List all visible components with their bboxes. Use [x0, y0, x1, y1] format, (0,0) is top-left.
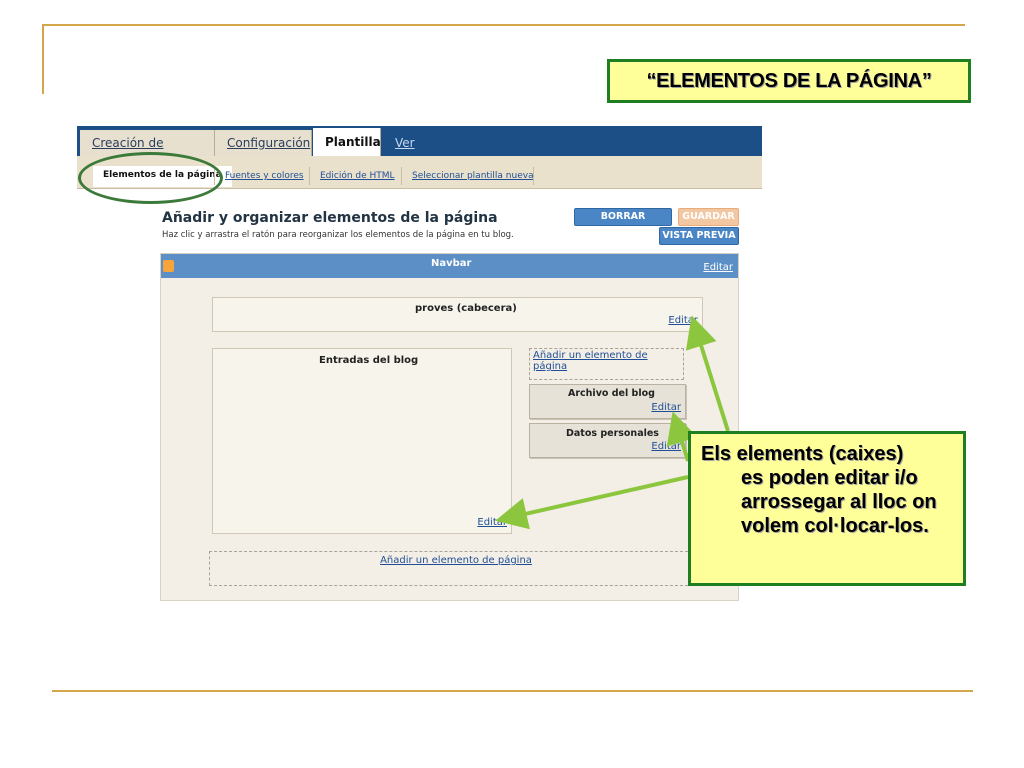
callout-note: Els elements (caixes) es poden editar i/… — [688, 431, 966, 586]
arrow-to-header-edit — [685, 315, 730, 432]
arrow-to-archive-edit — [666, 411, 698, 462]
callout-note-body: es poden editar i/o arrossegar al lloc o… — [741, 467, 937, 537]
callout-note-first-line: Els elements (caixes) — [701, 443, 904, 465]
callout-arrows — [495, 315, 730, 530]
arrow-to-posts-edit — [495, 475, 689, 530]
